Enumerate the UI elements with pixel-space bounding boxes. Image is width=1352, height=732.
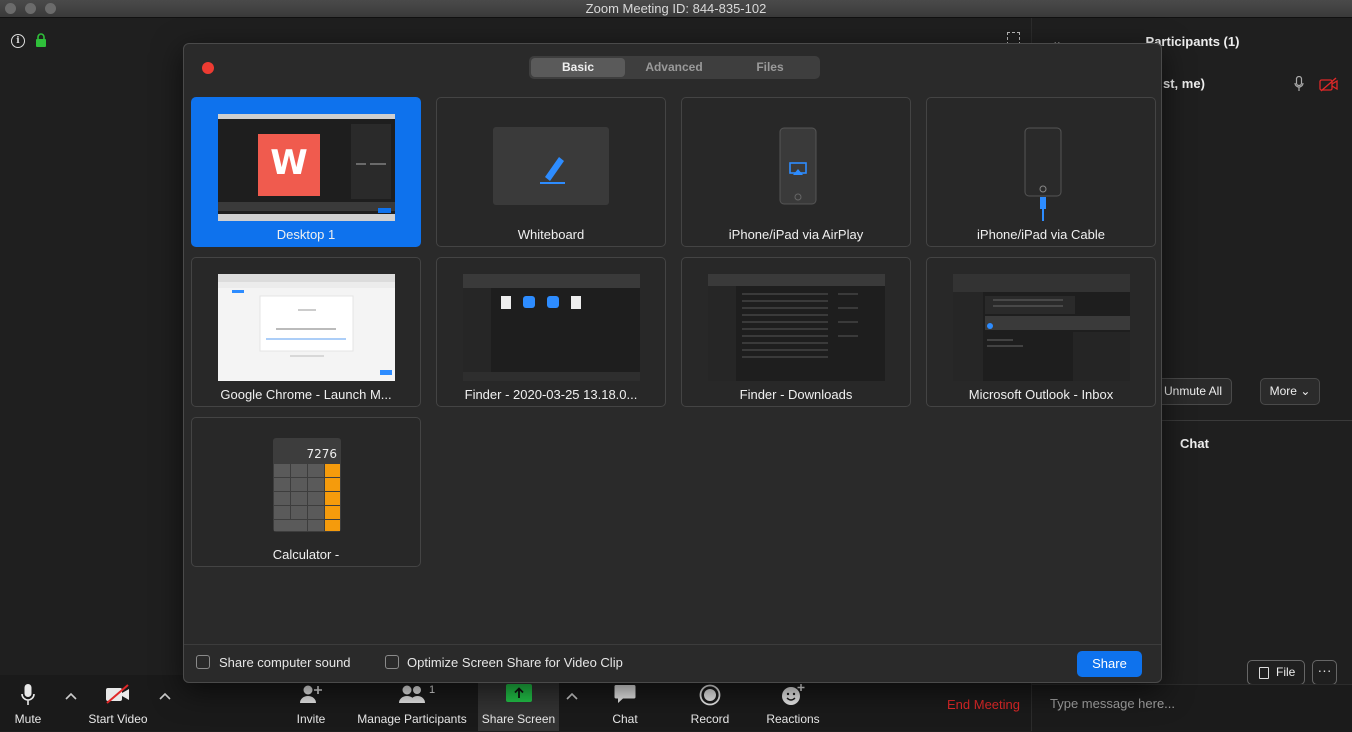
- tile-label: iPhone/iPad via Cable: [977, 227, 1105, 242]
- tile-label: Whiteboard: [517, 227, 585, 242]
- chat-bubble-icon: [614, 685, 636, 703]
- mute-options-caret-icon[interactable]: [64, 690, 78, 702]
- participant-count: 1: [429, 684, 436, 696]
- record-label: Record: [690, 712, 730, 726]
- share-tile-cable[interactable]: iPhone/iPad via Cable: [926, 97, 1156, 247]
- chat-label: Chat: [612, 712, 638, 726]
- more-options-button[interactable]: ···: [1312, 660, 1337, 685]
- share-sound-checkbox[interactable]: [196, 655, 210, 669]
- calculator-thumbnail: 7276: [273, 438, 341, 532]
- record-button[interactable]: Record: [686, 675, 734, 731]
- tile-label: Desktop 1: [276, 227, 336, 242]
- reactions-button[interactable]: Reactions: [762, 675, 824, 731]
- participant-name: st, me): [1163, 76, 1205, 91]
- manage-participants-label: Manage Participants: [357, 712, 467, 726]
- airplay-thumbnail: [779, 127, 819, 207]
- window-title: Zoom Meeting ID: 844-835-102: [585, 1, 767, 16]
- video-off-icon[interactable]: [1319, 77, 1339, 92]
- unmute-all-button[interactable]: Unmute All: [1154, 378, 1232, 405]
- more-label: More: [1269, 384, 1297, 398]
- finder-downloads-thumbnail: [708, 274, 885, 381]
- reactions-label: Reactions: [766, 712, 820, 726]
- share-tabs: Basic Advanced Files: [529, 56, 820, 79]
- invite-label: Invite: [296, 712, 326, 726]
- tab-advanced[interactable]: Advanced: [627, 58, 721, 77]
- share-sound-label: Share computer sound: [219, 655, 351, 670]
- share-screen-button[interactable]: Share Screen: [478, 675, 559, 731]
- title-bar: Zoom Meeting ID: 844-835-102: [0, 0, 1352, 18]
- video-options-caret-icon[interactable]: [158, 690, 172, 702]
- close-dialog-button[interactable]: [202, 62, 214, 74]
- chat-message-input[interactable]: [1048, 695, 1332, 712]
- chat-input-area: [1032, 684, 1352, 732]
- optimize-video-checkbox[interactable]: [385, 655, 399, 669]
- file-button[interactable]: File: [1247, 660, 1305, 685]
- dialog-footer-divider: [184, 644, 1161, 645]
- share-button[interactable]: Share: [1077, 651, 1142, 677]
- tile-label: Microsoft Outlook - Inbox: [968, 387, 1114, 402]
- video-off-icon: [106, 684, 129, 704]
- share-screen-icon: [505, 684, 532, 702]
- add-person-icon: [300, 685, 322, 703]
- participants-icon: [399, 685, 425, 703]
- share-tile-chrome[interactable]: Google Chrome - Launch M...: [191, 257, 421, 407]
- share-options-caret-icon[interactable]: [565, 690, 579, 702]
- finder-thumbnail: [463, 274, 640, 381]
- tile-label: Finder - Downloads: [739, 387, 853, 402]
- whiteboard-thumbnail: [493, 127, 609, 205]
- mute-button[interactable]: Mute: [0, 675, 56, 731]
- tile-label: Finder - 2020-03-25 13.18.0...: [464, 387, 638, 402]
- cable-thumbnail: [1024, 127, 1064, 223]
- share-tile-finder-downloads[interactable]: Finder - Downloads: [681, 257, 911, 407]
- meeting-toolbar: Mute Start Video Invite 1 Manage Partici…: [0, 675, 1031, 731]
- tile-label: Google Chrome - Launch M...: [220, 387, 392, 402]
- microphone-icon[interactable]: [1294, 76, 1304, 92]
- emoji-plus-icon: [782, 684, 805, 705]
- lock-icon[interactable]: [35, 33, 47, 47]
- manage-participants-button[interactable]: 1 Manage Participants: [356, 675, 468, 731]
- chat-button[interactable]: Chat: [602, 675, 648, 731]
- invite-button[interactable]: Invite: [286, 675, 336, 731]
- more-button[interactable]: More ⌄: [1260, 378, 1320, 405]
- share-tile-airplay[interactable]: iPhone/iPad via AirPlay: [681, 97, 911, 247]
- share-tile-outlook[interactable]: Microsoft Outlook - Inbox: [926, 257, 1156, 407]
- chrome-thumbnail: [218, 274, 395, 381]
- share-tile-calculator[interactable]: 7276 Calculator -: [191, 417, 421, 567]
- share-tile-finder-1[interactable]: Finder - 2020-03-25 13.18.0...: [436, 257, 666, 407]
- tile-label: Calculator -: [272, 547, 340, 562]
- start-video-button[interactable]: Start Video: [82, 675, 154, 731]
- calculator-display: 7276: [306, 447, 337, 461]
- start-video-label: Start Video: [88, 712, 148, 726]
- file-icon: [1259, 667, 1269, 679]
- tab-basic[interactable]: Basic: [531, 58, 625, 77]
- mute-label: Mute: [14, 712, 42, 726]
- desktop-thumbnail: W: [218, 114, 395, 221]
- share-screen-dialog: Basic Advanced Files W Desktop 1 Whitebo…: [183, 43, 1162, 683]
- info-icon[interactable]: i: [11, 34, 25, 48]
- svg-text:W: W: [270, 143, 308, 183]
- record-icon: [699, 684, 721, 706]
- file-button-label: File: [1276, 665, 1296, 679]
- chevron-down-icon: ⌄: [1300, 384, 1311, 398]
- outlook-thumbnail: [953, 274, 1130, 381]
- share-tile-whiteboard[interactable]: Whiteboard: [436, 97, 666, 247]
- end-meeting-button[interactable]: End Meeting: [947, 697, 1020, 712]
- tile-label: iPhone/iPad via AirPlay: [728, 227, 864, 242]
- share-tile-desktop[interactable]: W Desktop 1: [191, 97, 421, 247]
- optimize-video-label: Optimize Screen Share for Video Clip: [407, 655, 623, 670]
- tab-files[interactable]: Files: [723, 58, 817, 77]
- microphone-icon: [21, 684, 35, 705]
- share-screen-label: Share Screen: [481, 712, 556, 726]
